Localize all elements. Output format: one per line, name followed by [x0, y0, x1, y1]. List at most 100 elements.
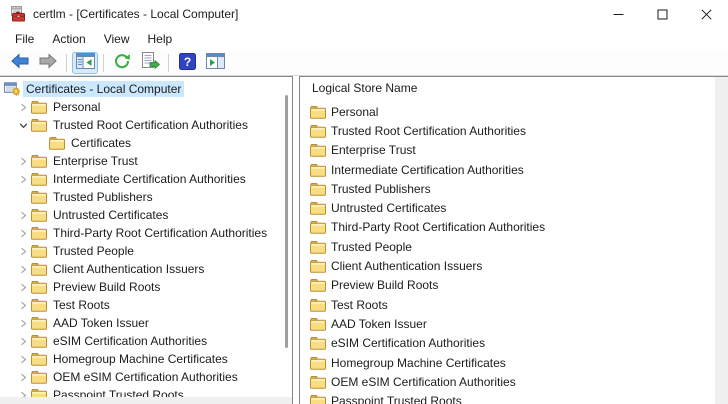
toolbar-separator	[168, 53, 169, 72]
export-list-button[interactable]	[137, 52, 163, 74]
folder-icon	[31, 244, 47, 259]
tree-item-enterprise-trust[interactable]: Enterprise Trust	[0, 152, 284, 170]
menu-view[interactable]: View	[95, 30, 139, 48]
folder-icon	[310, 355, 326, 370]
chevron-right-icon[interactable]	[15, 99, 31, 115]
list-item-esim-certification-authorities[interactable]: eSIM Certification Authorities	[300, 334, 715, 353]
tree-item-untrusted-certificates[interactable]: Untrusted Certificates	[0, 206, 284, 224]
folder-icon	[31, 316, 47, 331]
tree-item-certificates[interactable]: Certificates	[0, 134, 284, 152]
folder-icon	[31, 208, 47, 223]
menu-action[interactable]: Action	[43, 30, 94, 48]
tree-item-label: Third-Party Root Certification Authoriti…	[53, 226, 268, 240]
tree-item-third-party-root-certification-authorities[interactable]: Third-Party Root Certification Authoriti…	[0, 224, 284, 242]
mmc-window: certlm - [Certificates - Local Computer]…	[0, 0, 728, 404]
list-item-untrusted-certificates[interactable]: Untrusted Certificates	[300, 198, 715, 217]
folder-icon	[310, 297, 326, 312]
menu-bar: File Action View Help	[0, 28, 728, 50]
menu-help[interactable]: Help	[139, 30, 182, 48]
column-header-logical-store-name[interactable]: Logical Store Name	[300, 77, 728, 99]
show-action-pane-button[interactable]	[202, 52, 228, 74]
list-item-oem-esim-certification-authorities[interactable]: OEM eSIM Certification Authorities	[300, 372, 715, 391]
chevron-right-icon[interactable]	[15, 207, 31, 223]
folder-icon	[310, 181, 326, 196]
list-item-preview-build-roots[interactable]: Preview Build Roots	[300, 276, 715, 295]
help-button[interactable]: ?	[174, 52, 200, 74]
chevron-right-icon[interactable]	[15, 279, 31, 295]
chevron-right-icon[interactable]	[15, 261, 31, 277]
tree-item-client-authentication-issuers[interactable]: Client Authentication Issuers	[0, 260, 284, 278]
list-item-intermediate-certification-authorities[interactable]: Intermediate Certification Authorities	[300, 160, 715, 179]
tree-item-label: Preview Build Roots	[53, 280, 161, 294]
chevron-right-icon[interactable]	[15, 243, 31, 259]
tree-item-esim-certification-authorities[interactable]: eSIM Certification Authorities	[0, 332, 284, 350]
back-button[interactable]	[7, 52, 33, 74]
list-item-trusted-publishers[interactable]: Trusted Publishers	[300, 179, 715, 198]
certificates-root-icon	[4, 82, 20, 97]
folder-icon	[31, 334, 47, 349]
menu-file[interactable]: File	[6, 30, 43, 48]
list-item-client-authentication-issuers[interactable]: Client Authentication Issuers	[300, 256, 715, 275]
tree-item-label: AAD Token Issuer	[53, 316, 149, 330]
forward-button[interactable]	[35, 52, 61, 74]
tree-item-certificates-local-computer[interactable]: Certificates - Local Computer	[0, 80, 284, 98]
tree-horizontal-scrollbar[interactable]	[0, 397, 292, 404]
list-item-passpoint-trusted-roots[interactable]: Passpoint Trusted Roots	[300, 391, 715, 404]
tree-item-preview-build-roots[interactable]: Preview Build Roots	[0, 278, 284, 296]
chevron-right-icon[interactable]	[15, 297, 31, 313]
list-item-aad-token-issuer[interactable]: AAD Token Issuer	[300, 314, 715, 333]
list-item-enterprise-trust[interactable]: Enterprise Trust	[300, 141, 715, 160]
caption-buttons	[596, 0, 728, 28]
list-item-label: Client Authentication Issuers	[331, 259, 483, 274]
svg-text:?: ?	[183, 54, 190, 68]
folder-icon	[31, 154, 47, 169]
tree-item-intermediate-certification-authorities[interactable]: Intermediate Certification Authorities	[0, 170, 284, 188]
chevron-right-icon[interactable]	[15, 153, 31, 169]
list-item-homegroup-machine-certificates[interactable]: Homegroup Machine Certificates	[300, 353, 715, 372]
chevron-right-icon[interactable]	[15, 225, 31, 241]
chevron-right-icon[interactable]	[15, 333, 31, 349]
tree-item-aad-token-issuer[interactable]: AAD Token Issuer	[0, 314, 284, 332]
tree-item-oem-esim-certification-authorities[interactable]: OEM eSIM Certification Authorities	[0, 368, 284, 386]
list-item-third-party-root-certification-authorities[interactable]: Third-Party Root Certification Authoriti…	[300, 218, 715, 237]
tree-item-trusted-people[interactable]: Trusted People	[0, 242, 284, 260]
list-item-label: Enterprise Trust	[331, 143, 416, 158]
forward-arrow-icon	[38, 52, 58, 73]
main-area: Certificates - Local Computer Personal Tru…	[0, 76, 728, 404]
list-item-trusted-root-certification-authorities[interactable]: Trusted Root Certification Authorities	[300, 121, 715, 140]
folder-icon	[310, 201, 326, 216]
chevron-right-icon[interactable]	[15, 315, 31, 331]
tree-item-test-roots[interactable]: Test Roots	[0, 296, 284, 314]
list-item-personal[interactable]: Personal	[300, 102, 715, 121]
tree-item-personal[interactable]: Personal	[0, 98, 284, 116]
folder-icon	[310, 239, 326, 254]
tree-item-homegroup-machine-certificates[interactable]: Homegroup Machine Certificates	[0, 350, 284, 368]
list-item-label: Trusted Root Certification Authorities	[331, 123, 526, 138]
chevron-right-icon[interactable]	[15, 369, 31, 385]
folder-icon	[310, 220, 326, 235]
folder-icon	[49, 136, 65, 151]
folder-icon	[31, 298, 47, 313]
tree-item-trusted-publishers[interactable]: Trusted Publishers	[0, 188, 284, 206]
list-item-label: Test Roots	[331, 297, 388, 312]
folder-icon	[310, 162, 326, 177]
list-item-trusted-people[interactable]: Trusted People	[300, 237, 715, 256]
list-item-test-roots[interactable]: Test Roots	[300, 295, 715, 314]
show-console-tree-button[interactable]	[72, 51, 98, 74]
maximize-button[interactable]	[640, 0, 684, 28]
chevron-right-icon[interactable]	[15, 351, 31, 367]
close-button[interactable]	[684, 0, 728, 28]
list-item-label: Trusted People	[331, 239, 412, 254]
chevron-right-icon[interactable]	[15, 171, 31, 187]
minimize-button[interactable]	[596, 0, 640, 28]
folder-icon	[310, 336, 326, 351]
refresh-button[interactable]	[109, 52, 135, 74]
chevron-down-icon[interactable]	[15, 117, 31, 133]
tree-vertical-scrollbar-thumb[interactable]	[285, 95, 288, 348]
help-icon: ?	[178, 52, 196, 73]
list-vertical-scrollbar[interactable]	[715, 77, 728, 404]
folder-icon	[310, 123, 326, 138]
list-item-label: Third-Party Root Certification Authoriti…	[331, 220, 546, 235]
folder-icon	[310, 259, 326, 274]
tree-item-trusted-root-certification-authorities[interactable]: Trusted Root Certification Authorities	[0, 116, 284, 134]
